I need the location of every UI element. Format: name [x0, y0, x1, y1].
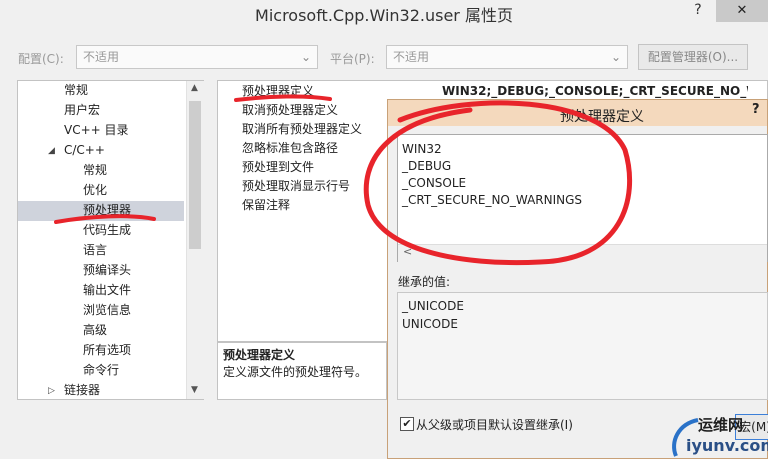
circle-definitions: [363, 100, 633, 266]
red-annotation-marks: [54, 94, 633, 266]
underline-preprocessor-def: [234, 94, 332, 102]
underline-tree-preprocessor: [54, 214, 156, 224]
